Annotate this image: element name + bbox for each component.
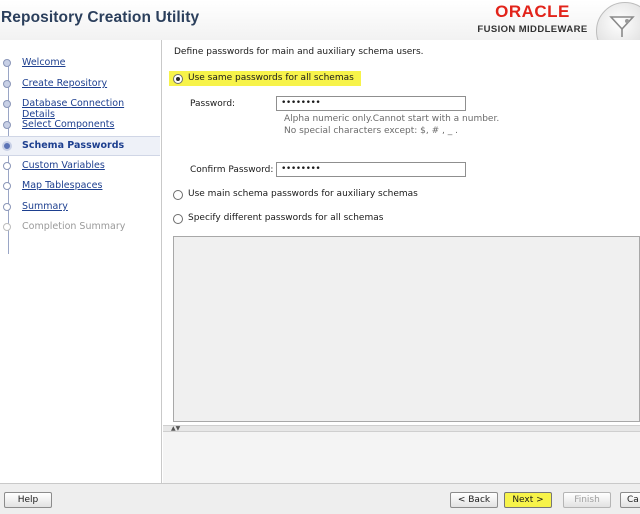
wizard-footer: Help < Back Next > Finish Ca <box>0 483 640 514</box>
page-instruction: Define passwords for main and auxiliary … <box>174 47 424 57</box>
schema-passwords-panel: Define passwords for main and auxiliary … <box>163 40 640 484</box>
app-header: Repository Creation Utility ORACLE FUSIO… <box>0 0 640 60</box>
hint-line: Alpha numeric only.Cannot start with a n… <box>284 114 500 124</box>
train-step-label: Custom Variables <box>22 160 105 171</box>
train-step-summary[interactable]: Summary <box>0 198 160 217</box>
train-step-label: Welcome <box>22 57 66 68</box>
hint-line: No special characters except: $, # , _ . <box>284 126 458 136</box>
train-step-completion-summary: Completion Summary <box>0 218 160 237</box>
step-pending-icon <box>3 162 11 170</box>
app-title: Repository Creation Utility <box>1 9 200 26</box>
finish-button: Finish <box>563 492 611 508</box>
confirm-password-input[interactable]: •••••••• <box>276 162 466 177</box>
train-step-welcome[interactable]: Welcome <box>0 54 160 73</box>
back-button[interactable]: < Back <box>450 492 498 508</box>
next-button[interactable]: Next > <box>504 492 552 508</box>
step-current-icon <box>2 141 12 151</box>
radio-unselected-icon[interactable] <box>173 214 183 224</box>
oracle-logo: ORACLE FUSION MIDDLEWARE <box>475 2 590 36</box>
schema-password-table <box>173 236 640 422</box>
step-done-icon <box>3 100 11 108</box>
radio-label: Use same passwords for all schemas <box>188 73 354 83</box>
cancel-button[interactable]: Ca <box>620 492 640 508</box>
train-step-label: Summary <box>22 201 68 212</box>
step-done-icon <box>3 121 11 129</box>
step-done-icon <box>3 59 11 67</box>
step-pending-icon <box>3 203 11 211</box>
radio-unselected-icon[interactable] <box>173 190 183 200</box>
fusion-middleware-label: FUSION MIDDLEWARE <box>477 24 588 35</box>
step-disabled-icon <box>3 223 11 231</box>
step-done-icon <box>3 80 11 88</box>
message-log-area <box>163 431 640 484</box>
oracle-wordmark: ORACLE <box>495 2 570 21</box>
train-step-label: Completion Summary <box>22 221 126 232</box>
radio-label: Use main schema passwords for auxiliary … <box>188 189 418 199</box>
train-step-database-connection[interactable]: Database Connection Details <box>0 95 160 120</box>
train-step-label: Map Tablespaces <box>22 180 103 191</box>
train-step-create-repository[interactable]: Create Repository <box>0 75 160 94</box>
password-label: Password: <box>190 99 236 109</box>
train-step-label: Create Repository <box>22 78 108 89</box>
help-button[interactable]: Help <box>4 492 52 508</box>
train-step-schema-passwords[interactable]: Schema Passwords <box>0 136 160 156</box>
password-rule-hint: Alpha numeric only.Cannot start with a n… <box>284 113 499 137</box>
train-step-select-components[interactable]: Select Components <box>0 116 160 135</box>
radio-selected-icon[interactable] <box>173 74 183 84</box>
password-input[interactable]: •••••••• <box>276 96 466 111</box>
train-step-map-tablespaces[interactable]: Map Tablespaces <box>0 177 160 196</box>
step-pending-icon <box>3 182 11 190</box>
radio-label: Specify different passwords for all sche… <box>188 213 384 223</box>
confirm-password-label: Confirm Password: <box>190 165 274 175</box>
train-step-custom-variables[interactable]: Custom Variables <box>0 157 160 176</box>
navigation-train: Welcome Create Repository Database Conne… <box>0 40 162 483</box>
train-step-label: Select Components <box>22 119 115 130</box>
train-step-label: Schema Passwords <box>22 140 125 151</box>
